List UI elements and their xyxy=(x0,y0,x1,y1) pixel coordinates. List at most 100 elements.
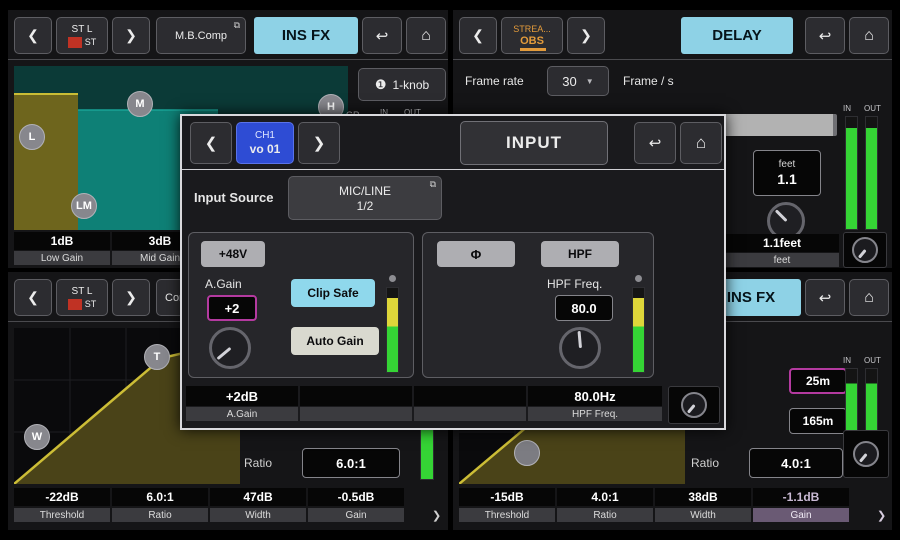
touch-knob-icon xyxy=(681,392,707,418)
touch-knob-cell[interactable] xyxy=(843,232,887,268)
again-knob[interactable] xyxy=(209,327,251,369)
footer-value-cell[interactable]: 38dB xyxy=(655,488,751,506)
fx-tab-label: M.B.Comp xyxy=(175,30,227,42)
footer-value-cell[interactable]: -22dB xyxy=(14,488,110,506)
footer-value-cell[interactable]: 6.0:1 xyxy=(112,488,208,506)
knob-pointer xyxy=(858,453,867,463)
chevron-left-icon: ❮ xyxy=(472,27,484,44)
ratio-value-box[interactable]: 4.0:1 xyxy=(749,448,843,478)
footer-value-cell[interactable]: 1dB xyxy=(14,232,110,250)
home-button[interactable]: ⌂ xyxy=(680,122,722,164)
threshold-marker[interactable]: T xyxy=(144,344,170,370)
home-icon: ⌂ xyxy=(696,133,706,153)
param-value-box-selected[interactable]: 25m xyxy=(789,368,847,394)
footer-label-cell: Ratio xyxy=(112,508,208,522)
one-knob-label: 1-knob xyxy=(392,78,429,92)
in-meter xyxy=(845,116,858,230)
touch-knob-cell[interactable] xyxy=(668,386,720,424)
auto-gain-button[interactable]: Auto Gain xyxy=(291,327,379,355)
chevron-right-icon: ❯ xyxy=(580,27,592,44)
footer-value-cell[interactable] xyxy=(300,386,412,406)
ratio-label: Ratio xyxy=(244,456,272,470)
hpf-button[interactable]: HPF xyxy=(541,241,619,267)
footer-value-cell[interactable]: 47dB xyxy=(210,488,306,506)
fx-tab-mbcomp[interactable]: M.B.Comp ⧉ xyxy=(156,17,246,54)
hpf-freq-value-box[interactable]: 80.0 xyxy=(555,295,613,321)
footer-value-cell[interactable]: -0.5dB xyxy=(308,488,404,506)
footer-value-cell[interactable]: +2dB xyxy=(186,386,298,406)
home-button[interactable]: ⌂ xyxy=(406,17,446,54)
band-marker-low[interactable]: L xyxy=(19,124,45,150)
ratio-label: Ratio xyxy=(691,456,719,470)
undo-icon: ↩ xyxy=(376,27,389,45)
phantom-48v-button[interactable]: +48V xyxy=(201,241,265,267)
prev-channel-button[interactable]: ❮ xyxy=(14,17,52,54)
hpf-freq-knob[interactable] xyxy=(559,327,601,369)
footer-label-cell: feet xyxy=(725,253,839,267)
touch-knob-icon xyxy=(852,237,878,263)
footer-more-chevron[interactable]: ❯ xyxy=(432,509,441,522)
channel-sub-label: OBS xyxy=(520,35,544,47)
param-value-box[interactable]: 165m xyxy=(789,408,847,434)
clip-led xyxy=(635,275,642,282)
channel-select-button[interactable]: CH1 vo 01 xyxy=(236,122,294,164)
chevron-right-icon: ❯ xyxy=(125,289,137,306)
one-knob-button[interactable]: ❶ 1-knob xyxy=(358,68,446,101)
undo-icon: ↩ xyxy=(649,134,662,152)
next-channel-button[interactable]: ❯ xyxy=(112,17,150,54)
channel-select-button[interactable]: ST L ST xyxy=(56,17,108,54)
knob-pointer xyxy=(577,331,581,348)
delay-unit-label: feet xyxy=(779,159,796,170)
band-marker-lowmid[interactable]: LM xyxy=(71,193,97,219)
next-channel-button[interactable]: ❯ xyxy=(112,279,150,316)
width-marker[interactable]: W xyxy=(24,424,50,450)
chevron-right-icon: ❯ xyxy=(313,134,326,152)
footer-value-cell[interactable]: -15dB xyxy=(459,488,555,506)
footer-value-cell[interactable]: 4.0:1 xyxy=(557,488,653,506)
delay-value: 1.1 xyxy=(777,171,796,187)
copy-icon: ⧉ xyxy=(430,179,436,190)
prev-channel-button[interactable]: ❮ xyxy=(190,122,232,164)
one-knob-icon: ❶ xyxy=(375,77,387,93)
screen-title-label: INS FX xyxy=(282,27,330,44)
band-marker-mid[interactable]: M xyxy=(127,91,153,117)
next-channel-button[interactable]: ❯ xyxy=(298,122,340,164)
home-button[interactable]: ⌂ xyxy=(849,279,889,316)
curve-marker[interactable] xyxy=(514,440,540,466)
prev-channel-button[interactable]: ❮ xyxy=(14,279,52,316)
footer-value-cell[interactable]: 1.1feet xyxy=(725,234,839,252)
delay-value-box[interactable]: feet 1.1 xyxy=(753,150,821,196)
phase-button[interactable]: Φ xyxy=(437,241,515,267)
frame-rate-dropdown[interactable]: 30 ▼ xyxy=(547,66,609,96)
input-source-button[interactable]: MIC/LINE 1/2 ⧉ xyxy=(288,176,442,220)
out-meter-label: OUT xyxy=(864,356,881,365)
back-button[interactable]: ↩ xyxy=(805,279,845,316)
out-meter xyxy=(865,116,878,230)
clip-safe-button[interactable]: Clip Safe xyxy=(291,279,375,307)
footer-label-cell: Width xyxy=(655,508,751,522)
ratio-value-box[interactable]: 6.0:1 xyxy=(302,448,400,478)
footer-label-cell: A.Gain xyxy=(186,407,298,421)
footer-more-chevron[interactable]: ❯ xyxy=(877,509,886,522)
footer-label-cell: Threshold xyxy=(459,508,555,522)
again-value-box[interactable]: +2 xyxy=(207,295,257,321)
footer-label-cell: HPF Freq. xyxy=(528,407,662,421)
back-button[interactable]: ↩ xyxy=(805,17,845,54)
footer-value-cell[interactable]: 80.0Hz xyxy=(528,386,662,406)
footer-value-cell-gain[interactable]: -1.1dB xyxy=(753,488,849,506)
channel-select-button[interactable]: ST L ST xyxy=(56,279,108,316)
screen-title-label: INS FX xyxy=(727,289,775,306)
home-button[interactable]: ⌂ xyxy=(849,17,889,54)
param-value: 165m xyxy=(803,414,834,428)
channel-select-button[interactable]: STREA... OBS xyxy=(501,17,563,54)
footer-label-cell xyxy=(414,407,526,421)
next-channel-button[interactable]: ❯ xyxy=(567,17,605,54)
hpf-label: HPF xyxy=(568,247,592,261)
footer-value-cell[interactable] xyxy=(414,386,526,406)
back-button[interactable]: ↩ xyxy=(362,17,402,54)
prev-channel-button[interactable]: ❮ xyxy=(459,17,497,54)
input-source-line1: MIC/LINE xyxy=(339,184,391,198)
touch-knob-cell[interactable] xyxy=(843,430,889,478)
footer-label-cell: Width xyxy=(210,508,306,522)
back-button[interactable]: ↩ xyxy=(634,122,676,164)
